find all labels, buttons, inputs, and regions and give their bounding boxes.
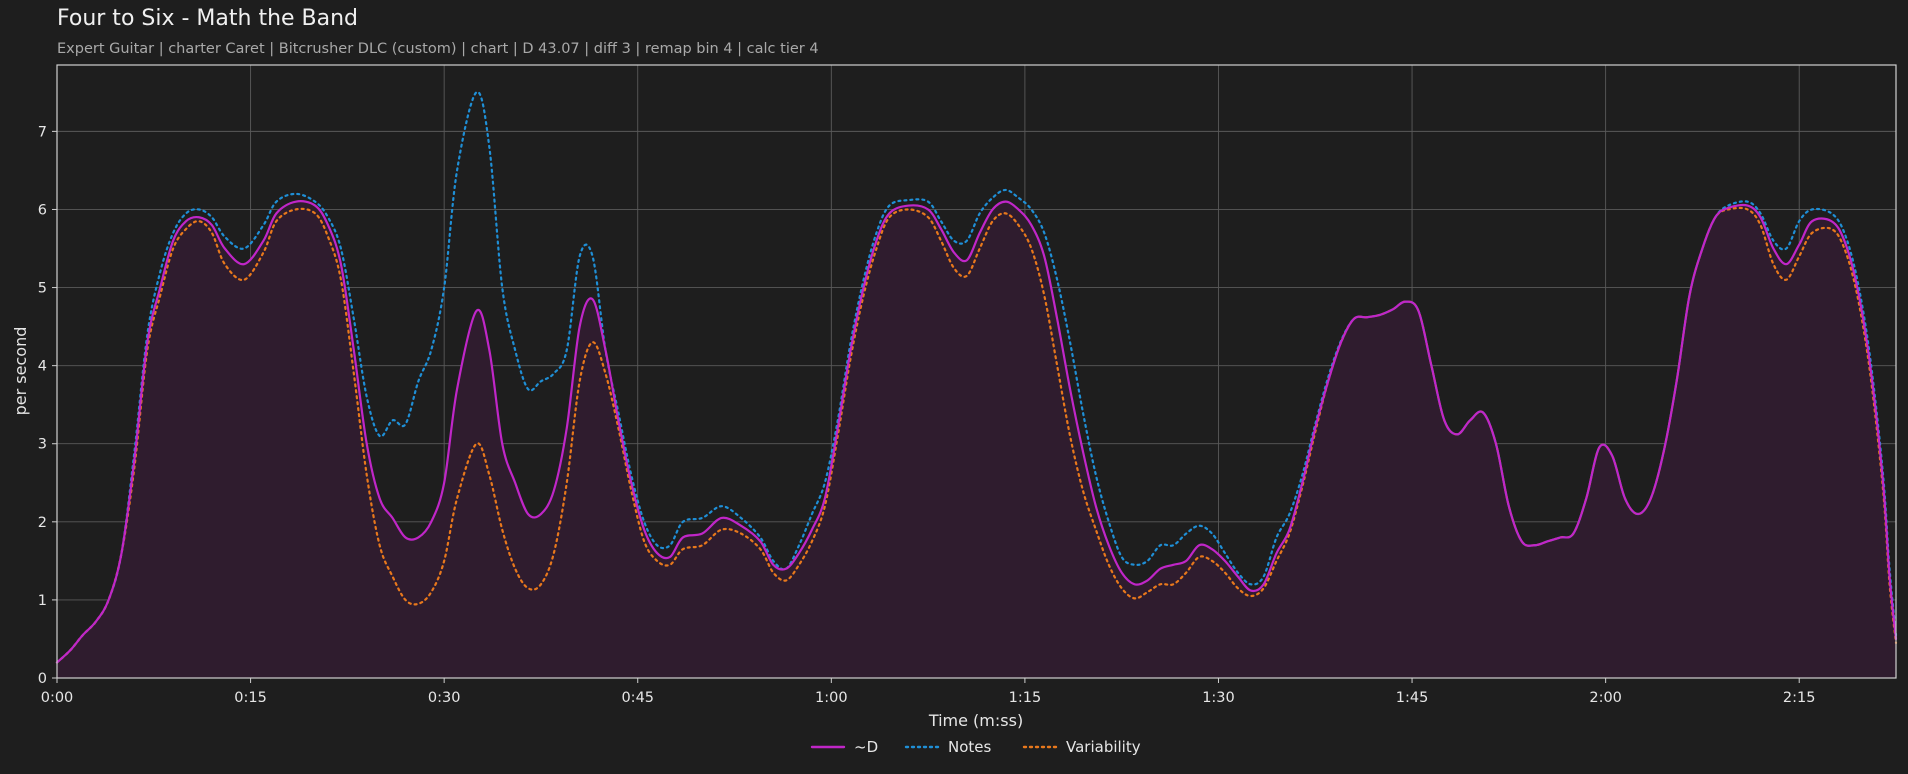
x-tick-label: 2:15 — [1783, 690, 1816, 706]
x-tick-label: 2:00 — [1589, 690, 1622, 706]
y-tick-label: 4 — [38, 359, 47, 375]
x-axis-label: Time (m:ss) — [928, 711, 1023, 730]
y-tick-label: 5 — [38, 281, 47, 297]
x-tick-label: 0:00 — [41, 690, 74, 706]
x-tick-label: 1:00 — [815, 690, 848, 706]
legend: ~D Notes Variability — [810, 738, 1141, 756]
y-axis-label: per second — [11, 327, 30, 416]
x-tick-label: 1:30 — [1202, 690, 1235, 706]
y-tick-label: 7 — [38, 124, 47, 140]
x-tick-label: 0:45 — [621, 690, 654, 706]
x-tick-label: 0:15 — [234, 690, 267, 706]
y-tick-label: 2 — [38, 515, 47, 531]
line-chart: 0:00 0:15 0:30 0:45 1:00 1:15 1:30 1:45 2:00 2:15… — [11, 64, 1898, 756]
y-tick-label: 1 — [38, 593, 47, 609]
x-tick-label: 0:30 — [428, 690, 461, 706]
legend-label: Notes — [948, 738, 992, 756]
y-tick-label: 0 — [38, 671, 47, 687]
x-tick-label: 1:45 — [1396, 690, 1429, 706]
legend-label: ~D — [854, 738, 878, 756]
y-tick-label: 6 — [38, 202, 47, 218]
y-tick-label: 3 — [38, 437, 47, 453]
legend-label: Variability — [1066, 738, 1141, 756]
x-tick-label: 1:15 — [1009, 690, 1042, 706]
